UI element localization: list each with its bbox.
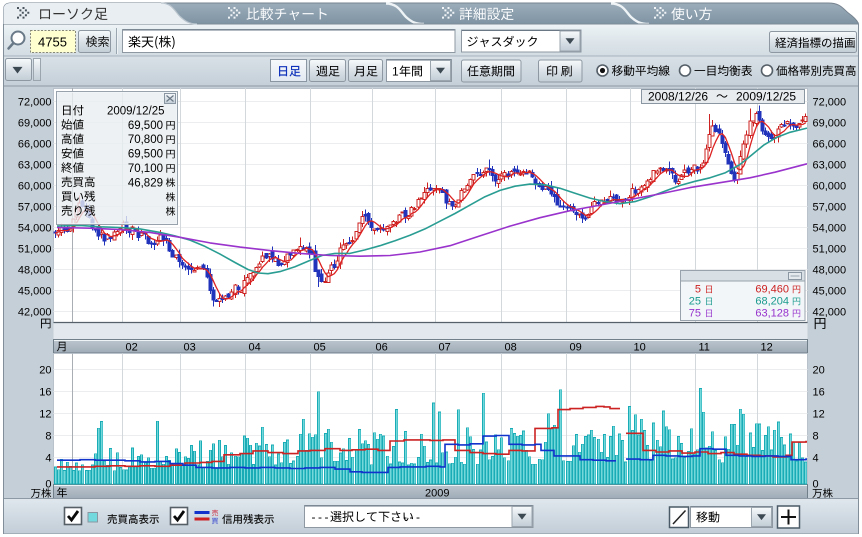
svg-text:63,000: 63,000 xyxy=(18,160,52,172)
svg-text:16: 16 xyxy=(39,386,51,398)
svg-text:51,000: 51,000 xyxy=(18,244,52,256)
svg-text:42,000: 42,000 xyxy=(813,307,847,319)
svg-text:0: 0 xyxy=(813,478,819,490)
svg-text:8: 8 xyxy=(45,430,51,442)
svg-text:66,000: 66,000 xyxy=(18,139,52,151)
svg-text:75: 75 xyxy=(689,308,701,320)
svg-text:60,000: 60,000 xyxy=(18,181,52,193)
svg-text:2009/12/25: 2009/12/25 xyxy=(736,90,796,104)
svg-text:1: 1 xyxy=(392,65,399,79)
svg-text:54,000: 54,000 xyxy=(813,223,847,235)
svg-text:57,000: 57,000 xyxy=(813,202,847,214)
svg-text:09: 09 xyxy=(570,342,582,354)
svg-text:70,100: 70,100 xyxy=(128,163,163,175)
svg-text:03: 03 xyxy=(184,342,196,354)
svg-text:16: 16 xyxy=(813,386,825,398)
svg-text:07: 07 xyxy=(439,342,451,354)
svg-text:12: 12 xyxy=(813,408,825,420)
svg-text:63,128: 63,128 xyxy=(755,308,789,320)
svg-text:57,000: 57,000 xyxy=(18,202,52,214)
svg-text:45,000: 45,000 xyxy=(813,286,847,298)
svg-text:2008/12/26: 2008/12/26 xyxy=(648,90,708,104)
svg-text:12: 12 xyxy=(761,342,773,354)
svg-text:---: --- xyxy=(403,510,423,524)
svg-text:69,000: 69,000 xyxy=(813,118,847,130)
svg-text:72,000: 72,000 xyxy=(18,97,52,109)
svg-text:69,500: 69,500 xyxy=(128,120,163,132)
svg-text:20: 20 xyxy=(813,364,825,376)
svg-text:12: 12 xyxy=(39,408,51,420)
svg-text:4: 4 xyxy=(45,452,51,464)
svg-text:---: --- xyxy=(312,510,332,524)
svg-text:04: 04 xyxy=(249,342,261,354)
svg-text:08: 08 xyxy=(505,342,517,354)
svg-text:68,204: 68,204 xyxy=(755,296,789,308)
svg-text:5: 5 xyxy=(695,284,701,296)
svg-text:48,000: 48,000 xyxy=(813,265,847,277)
svg-text:4: 4 xyxy=(813,452,819,464)
svg-text:2009/12/25: 2009/12/25 xyxy=(107,106,165,118)
svg-text:72,000: 72,000 xyxy=(813,97,847,109)
svg-text:54,000: 54,000 xyxy=(18,223,52,235)
svg-text:05: 05 xyxy=(314,342,326,354)
svg-text:2009: 2009 xyxy=(425,488,449,500)
svg-text:02: 02 xyxy=(126,342,138,354)
svg-text:06: 06 xyxy=(376,342,388,354)
svg-text:10: 10 xyxy=(634,342,646,354)
svg-text:60,000: 60,000 xyxy=(813,181,847,193)
svg-text:45,000: 45,000 xyxy=(18,286,52,298)
svg-text:42,000: 42,000 xyxy=(18,307,52,319)
svg-text:4755: 4755 xyxy=(38,35,67,50)
svg-text:51,000: 51,000 xyxy=(813,244,847,256)
svg-text:11: 11 xyxy=(699,342,710,354)
svg-text:63,000: 63,000 xyxy=(813,160,847,172)
svg-text:70,800: 70,800 xyxy=(128,134,163,146)
svg-text:20: 20 xyxy=(39,364,51,376)
svg-text:48,000: 48,000 xyxy=(18,265,52,277)
svg-text:8: 8 xyxy=(813,430,819,442)
svg-text:25: 25 xyxy=(689,296,701,308)
svg-text:69,500: 69,500 xyxy=(128,149,163,161)
svg-text:69,000: 69,000 xyxy=(18,118,52,130)
svg-text:46,829: 46,829 xyxy=(128,177,163,189)
svg-text:69,460: 69,460 xyxy=(755,284,789,296)
svg-text:66,000: 66,000 xyxy=(813,139,847,151)
